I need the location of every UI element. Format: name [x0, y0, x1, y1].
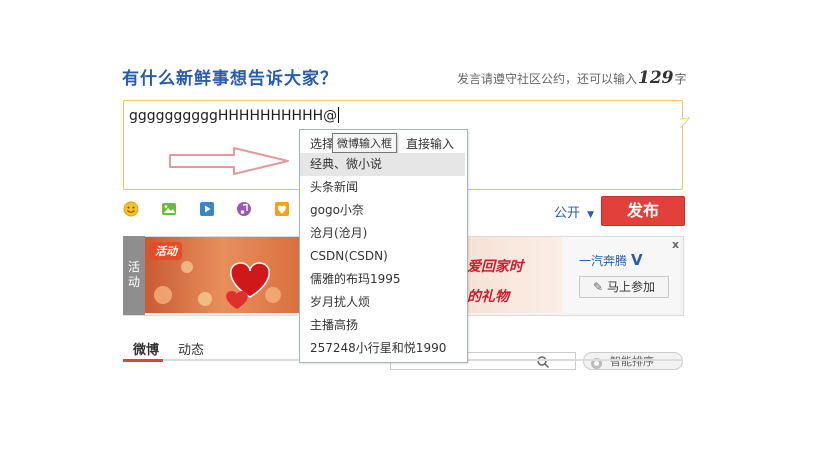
- mention-option[interactable]: 主播高扬: [300, 314, 465, 337]
- image-icon[interactable]: [161, 201, 177, 217]
- tab-active-indicator: [123, 359, 163, 362]
- visibility-dropdown[interactable]: 公开 ▼: [554, 202, 594, 221]
- mention-hint-end: 直接输入: [406, 137, 455, 151]
- char-limit-hint: 发言请遵守社区公约，还可以输入129字: [457, 68, 687, 88]
- close-banner-icon[interactable]: x: [672, 238, 679, 251]
- input-tooltip: 微博输入框: [332, 133, 397, 153]
- banner-slogan-2: 的礼物: [467, 289, 509, 305]
- caret-down-icon: ▼: [587, 210, 595, 220]
- activity-tag: 活 动: [123, 236, 145, 315]
- emoji-icon[interactable]: [123, 201, 139, 217]
- join-label: 马上参加: [606, 280, 655, 294]
- hint-suffix: 字: [674, 72, 687, 86]
- typed-text: ggggggggggHHHHHHHHHH@: [129, 108, 338, 124]
- tab-weibo[interactable]: 微博: [133, 339, 159, 358]
- topic-icon[interactable]: [274, 201, 290, 217]
- publish-button[interactable]: 发布: [601, 196, 685, 226]
- text-caret: [338, 107, 340, 123]
- verified-v-icon: V: [631, 251, 643, 269]
- mention-option[interactable]: 经典、微小说: [300, 153, 465, 176]
- mention-option[interactable]: 头条新闻: [300, 176, 465, 199]
- post-text-content: ggggggggggHHHHHHHHHH@: [129, 107, 340, 124]
- join-button[interactable]: ✎ 马上参加: [579, 276, 669, 298]
- banner-slogan: 爱回家时: [467, 259, 523, 275]
- tab-dynamic[interactable]: 动态: [178, 339, 204, 358]
- activity-badge: 活动: [150, 242, 182, 260]
- banner-sponsor-panel: [562, 237, 680, 313]
- mention-hint-start: 选择: [310, 137, 335, 151]
- mention-option[interactable]: gogo小奈: [300, 199, 465, 222]
- sponsor-brand[interactable]: 一汽奔腾 V: [579, 251, 643, 269]
- video-icon[interactable]: [199, 201, 215, 217]
- mention-option[interactable]: 257248小行星和悦1990: [300, 337, 465, 360]
- mention-option[interactable]: 沧月(沧月): [300, 222, 465, 245]
- visibility-label: 公开: [554, 206, 581, 221]
- remaining-count: 129: [638, 68, 674, 88]
- tag-icon: ✎: [593, 280, 604, 294]
- composer-tail-icon: [680, 117, 690, 129]
- music-icon[interactable]: [236, 201, 252, 217]
- arrow-annotation-icon: [169, 147, 289, 175]
- activity-tag-line1: 活: [127, 260, 140, 274]
- mention-option[interactable]: 岁月扰人烦: [300, 291, 465, 314]
- search-icon[interactable]: [536, 354, 550, 373]
- sponsor-name: 一汽奔腾: [579, 254, 628, 268]
- hint-prefix: 发言请遵守社区公约，还可以输入: [457, 72, 638, 86]
- composer-title: 有什么新鲜事想告诉大家？: [122, 69, 338, 89]
- mention-option[interactable]: CSDN(CSDN): [300, 245, 465, 268]
- sort-icon: [590, 355, 603, 374]
- activity-tag-line2: 动: [127, 275, 140, 289]
- mention-option[interactable]: 儒雅的布玛1995: [300, 268, 465, 291]
